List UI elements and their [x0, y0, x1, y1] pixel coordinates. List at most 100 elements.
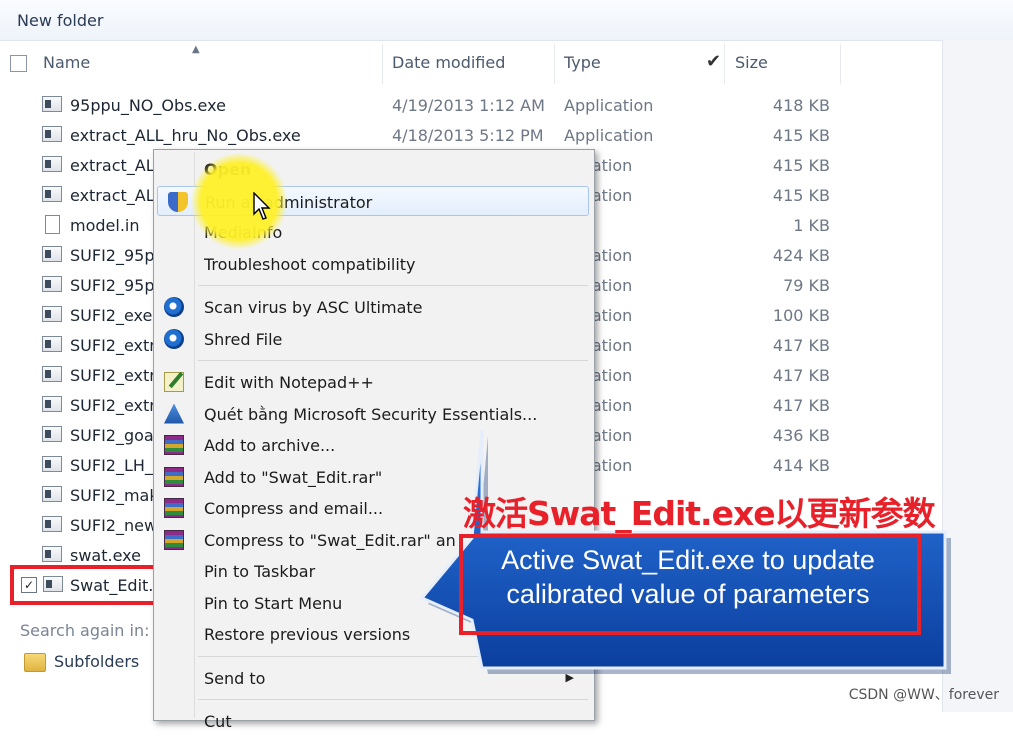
- file-size: 79 KB: [783, 276, 830, 295]
- file-size: 417 KB: [772, 336, 830, 355]
- annotation-line-2: calibrated value of parameters: [506, 579, 870, 609]
- window-title: New folder: [17, 11, 104, 30]
- subfolders-link[interactable]: Subfolders: [24, 652, 139, 672]
- winrar-icon: [164, 466, 184, 487]
- file-row[interactable]: extract_ALL_hru_No_Obs.exe 4/18/2013 5:12…: [0, 120, 943, 150]
- file-name: extract_ALL_hru_No_Obs.exe: [70, 126, 301, 145]
- file-name: SUFI2_95pp: [70, 246, 165, 265]
- file-name: swat.exe: [70, 546, 141, 565]
- winrar-icon: [164, 529, 184, 550]
- menu-separator: [198, 699, 588, 700]
- menu-item-label: Pin to Taskbar: [204, 562, 316, 581]
- menu-item[interactable]: Troubleshoot compatibility: [154, 249, 594, 279]
- mouse-cursor-icon: [253, 192, 271, 220]
- file-name: SUFI2_extra: [70, 336, 166, 355]
- file-size: 415 KB: [772, 186, 830, 205]
- menu-item-label: Scan virus by ASC Ultimate: [204, 298, 423, 317]
- column-name[interactable]: Name: [43, 53, 90, 72]
- exe-icon: [42, 546, 62, 562]
- exe-icon: [42, 156, 62, 172]
- file-type: Application: [564, 126, 654, 145]
- watermark: CSDN @WW、forever: [848, 687, 999, 703]
- select-all-checkbox[interactable]: [10, 55, 27, 72]
- search-again-label: Search again in:: [20, 621, 150, 640]
- menu-item[interactable]: Shred File: [154, 324, 594, 354]
- exe-icon: [42, 516, 62, 532]
- menu-item-label: Add to archive...: [204, 436, 336, 455]
- file-name: SUFI2_goal_: [70, 426, 167, 445]
- annotation-line-1: Active Swat_Edit.exe to update: [501, 545, 875, 575]
- file-name: SUFI2_mak: [70, 486, 159, 505]
- menu-item-label: Add to "Swat_Edit.rar": [204, 467, 383, 487]
- asc-icon: [164, 297, 184, 317]
- menu-item-label: Send to: [204, 668, 266, 688]
- exe-icon: [42, 186, 62, 202]
- exe-icon: [42, 396, 62, 412]
- highlight-box: [10, 565, 162, 605]
- annotation-chinese: 激活Swat_Edit.exe以更新参数: [463, 494, 936, 533]
- title-bar: New folder: [0, 0, 1013, 41]
- shield-icon: [168, 191, 188, 212]
- file-name: SUFI2_extra: [70, 396, 166, 415]
- file-name: SUFI2_exec: [70, 306, 162, 325]
- exe-icon: [42, 486, 62, 502]
- file-type: Application: [564, 96, 654, 115]
- file-name: SUFI2_95pp: [70, 276, 165, 295]
- column-divider[interactable]: [724, 44, 725, 84]
- file-name: extract_ALL: [70, 186, 164, 205]
- sort-arrow-icon: ▲: [192, 44, 200, 55]
- menu-item-label: Troubleshoot compatibility: [204, 254, 416, 274]
- folder-icon: [24, 653, 46, 672]
- menu-item-label: Shred File: [204, 329, 283, 349]
- column-divider[interactable]: [382, 44, 383, 84]
- exe-icon: [42, 366, 62, 382]
- exe-icon: [42, 276, 62, 292]
- checkmark-icon: ✔: [706, 51, 722, 72]
- exe-icon: [42, 456, 62, 472]
- file-size: 415 KB: [772, 126, 830, 145]
- menu-item-label: Cut: [204, 712, 232, 731]
- exe-icon: [42, 126, 62, 142]
- file-size: 417 KB: [772, 396, 830, 415]
- file-size: 1 KB: [793, 216, 830, 235]
- column-date[interactable]: Date modified: [392, 53, 505, 72]
- text-file-icon: [45, 215, 60, 234]
- exe-icon: [42, 246, 62, 262]
- menu-item[interactable]: Scan virus by ASC Ultimate: [154, 292, 594, 322]
- file-name: 95ppu_NO_Obs.exe: [70, 96, 226, 115]
- annotation-english: Active Swat_Edit.exe to update calibrate…: [468, 543, 908, 611]
- file-name: SUFI2_extra: [70, 366, 166, 385]
- file-name: SUFI2_new_: [70, 516, 166, 535]
- column-divider[interactable]: [554, 44, 555, 84]
- exe-icon: [42, 306, 62, 322]
- menu-item-label: Edit with Notepad++: [204, 373, 374, 392]
- menu-item[interactable]: Edit with Notepad++: [154, 367, 594, 397]
- asc-icon: [164, 328, 184, 349]
- file-name: extract_ALL: [70, 156, 164, 175]
- exe-icon: [42, 426, 62, 442]
- subfolders-label: Subfolders: [54, 652, 140, 671]
- winrar-icon: [164, 498, 184, 518]
- file-size: 100 KB: [772, 306, 830, 325]
- column-type[interactable]: Type: [564, 53, 601, 72]
- menu-separator: [198, 360, 588, 361]
- menu-separator: [198, 285, 588, 286]
- file-size: 417 KB: [772, 366, 830, 385]
- file-size: 415 KB: [772, 156, 830, 175]
- file-name: model.in: [70, 216, 140, 235]
- winrar-icon: [164, 435, 184, 455]
- exe-icon: [42, 96, 62, 112]
- file-size: 424 KB: [772, 246, 830, 265]
- file-date: 4/18/2013 5:12 PM: [392, 126, 544, 145]
- file-name: SUFI2_LH_s: [70, 456, 162, 475]
- column-divider[interactable]: [840, 44, 841, 84]
- file-row[interactable]: 95ppu_NO_Obs.exe 4/19/2013 1:12 AM Applica…: [0, 90, 943, 120]
- menu-item[interactable]: Cut: [154, 706, 594, 736]
- column-header: Name ▲ Date modified Type ✔ Size: [0, 42, 943, 84]
- file-date: 4/19/2013 1:12 AM: [392, 96, 545, 115]
- exe-icon: [42, 336, 62, 352]
- menu-item-label: Compress and email...: [204, 499, 384, 518]
- file-size: 418 KB: [772, 96, 830, 115]
- column-size[interactable]: Size: [735, 53, 768, 72]
- menu-item-label: Compress to "Swat_Edit.rar" an: [204, 530, 456, 550]
